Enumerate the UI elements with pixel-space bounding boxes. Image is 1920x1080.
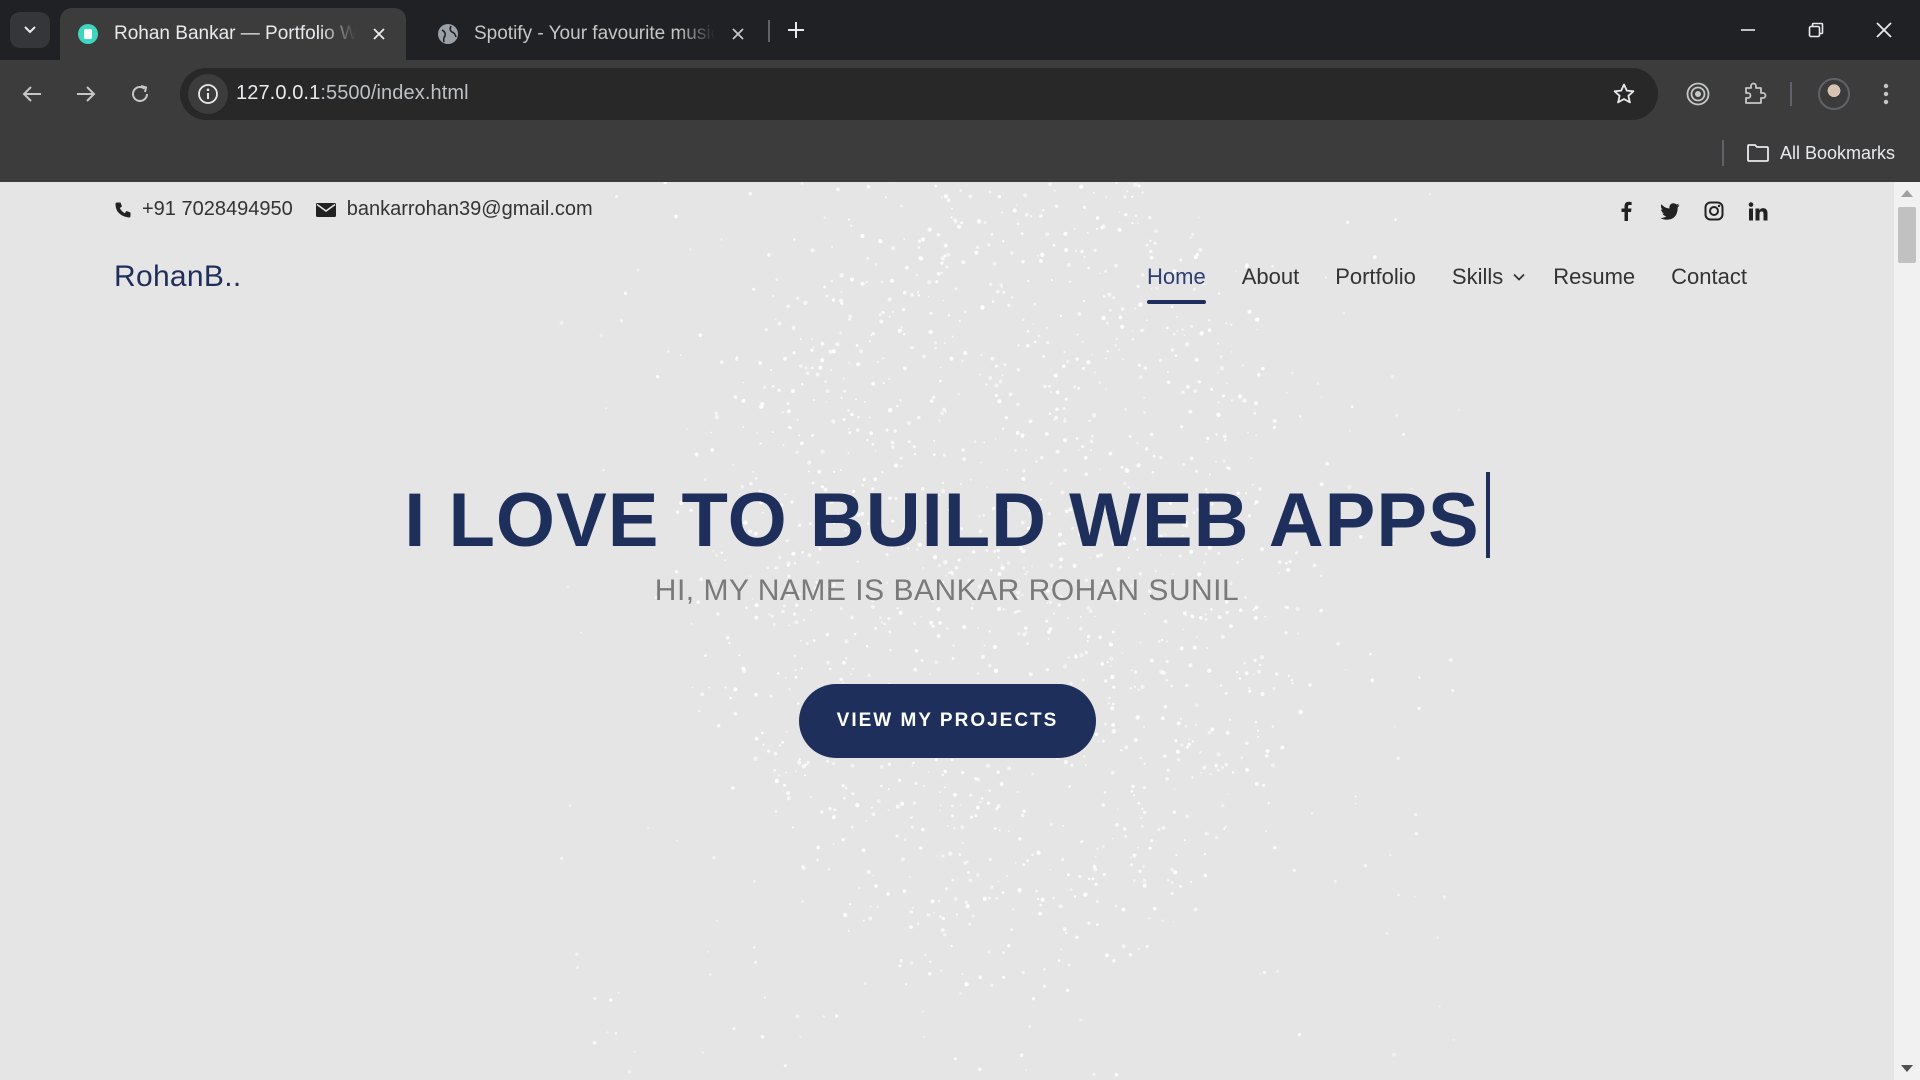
- phone-icon: [115, 202, 131, 217]
- nav-about-label: About: [1241, 264, 1300, 289]
- nav-contact[interactable]: Contact: [1671, 264, 1747, 290]
- toolbar-divider: [1790, 82, 1792, 106]
- chevron-down-icon: [24, 26, 36, 34]
- browser-toolbar: 127.0.0.1:5500/index.html: [0, 60, 1920, 128]
- nav-skills-dropdown[interactable]: Skills: [1452, 264, 1525, 290]
- folder-icon: [1747, 144, 1769, 162]
- linkedin-link[interactable]: [1736, 196, 1780, 226]
- bookmarks-bar: All Bookmarks: [0, 128, 1920, 182]
- view-projects-button[interactable]: VIEW MY PROJECTS: [799, 684, 1096, 758]
- url-path: :5500/index.html: [320, 82, 469, 104]
- tab-strip: Rohan Bankar — Portfolio Website Spotify…: [0, 0, 1920, 60]
- phone-number: +91 7028494950: [142, 198, 293, 220]
- phone-contact[interactable]: +91 7028494950: [114, 198, 293, 221]
- site-logo[interactable]: RohanB..: [114, 260, 241, 294]
- tab-title: Rohan Bankar — Portfolio Website: [114, 23, 356, 44]
- typing-caret: [1485, 472, 1490, 558]
- hero-title: I LOVE TO BUILD WEB APPS: [0, 472, 1894, 559]
- arrow-right-icon: [77, 86, 96, 102]
- instagram-icon: [1704, 201, 1724, 221]
- arrow-left-icon: [22, 86, 41, 102]
- record-icon: [1686, 82, 1710, 106]
- scroll-down-arrow-icon[interactable]: [1901, 1065, 1913, 1072]
- facebook-link[interactable]: [1604, 196, 1648, 226]
- address-bar[interactable]: 127.0.0.1:5500/index.html: [180, 68, 1658, 120]
- nav-about[interactable]: About: [1242, 264, 1300, 290]
- site-info-button[interactable]: [188, 74, 228, 114]
- email-address: bankarrohan39@gmail.com: [346, 198, 593, 220]
- twitter-icon: [1660, 202, 1680, 220]
- bookmarks-divider: [1722, 140, 1724, 166]
- plus-icon: [788, 22, 804, 38]
- hero-subtitle: HI, MY NAME IS BANKAR ROHAN SUNIL: [654, 574, 1240, 607]
- profile-avatar[interactable]: [1818, 78, 1850, 110]
- close-tab-icon[interactable]: [366, 21, 392, 47]
- reload-icon: [132, 85, 148, 102]
- back-button[interactable]: [12, 74, 52, 114]
- twitter-link[interactable]: [1648, 196, 1692, 226]
- facebook-icon: [1621, 201, 1632, 221]
- puzzle-icon: [1745, 82, 1767, 104]
- nav-portfolio-label: Portfolio: [1335, 264, 1416, 289]
- instagram-link[interactable]: [1692, 196, 1736, 226]
- main-navigation: Home About Portfolio Skills Resume Conta…: [1147, 264, 1783, 304]
- tab-divider: [768, 20, 770, 42]
- page-viewport: +91 7028494950 bankarrohan39@gmail.com R…: [0, 182, 1920, 1080]
- scroll-thumb[interactable]: [1898, 207, 1916, 263]
- restore-button[interactable]: [1796, 10, 1836, 50]
- globe-icon: [436, 22, 460, 46]
- particle-background: [559, 182, 1460, 1077]
- chevron-down-icon: [1513, 273, 1525, 281]
- linkedin-icon: [1748, 201, 1768, 220]
- page-scrollbar[interactable]: [1894, 182, 1920, 1080]
- more-vert-icon: [1883, 83, 1889, 105]
- url-text: 127.0.0.1:5500/index.html: [236, 82, 469, 105]
- scroll-up-arrow-icon[interactable]: [1901, 190, 1913, 197]
- nav-home[interactable]: Home: [1147, 264, 1206, 304]
- screen-record-button[interactable]: [1678, 74, 1718, 114]
- forward-button[interactable]: [66, 74, 106, 114]
- new-tab-button[interactable]: [780, 14, 812, 46]
- social-links: [1604, 196, 1780, 226]
- nav-contact-label: Contact: [1671, 264, 1747, 289]
- info-icon: [198, 84, 218, 104]
- email-contact[interactable]: bankarrohan39@gmail.com: [315, 198, 593, 221]
- extensions-button[interactable]: [1734, 74, 1774, 114]
- close-icon: [1876, 22, 1892, 38]
- close-window-button[interactable]: [1864, 10, 1904, 50]
- browser-menu-button[interactable]: [1866, 74, 1906, 114]
- portfolio-favicon-icon: [76, 22, 100, 46]
- bookmark-star-button[interactable]: [1606, 76, 1642, 112]
- nav-portfolio[interactable]: Portfolio: [1335, 264, 1416, 290]
- tab-search-button[interactable]: [10, 12, 50, 48]
- restore-icon: [1808, 22, 1824, 38]
- contact-bar: +91 7028494950 bankarrohan39@gmail.com: [114, 198, 615, 221]
- hero-title-light: I LOVE TO BUILD: [404, 478, 1048, 563]
- hero-title-bold: WEB APPS: [1069, 478, 1480, 563]
- nav-resume-label: Resume: [1553, 264, 1636, 289]
- minimize-icon: [1741, 29, 1755, 31]
- tab-portfolio[interactable]: Rohan Bankar — Portfolio Website: [60, 8, 406, 60]
- minimize-button[interactable]: [1728, 10, 1768, 50]
- tab-spotify[interactable]: Spotify - Your favourite music is here: [420, 8, 765, 60]
- url-host: 127.0.0.1: [236, 82, 321, 104]
- reload-button[interactable]: [120, 74, 160, 114]
- all-bookmarks-button[interactable]: All Bookmarks: [1746, 138, 1895, 168]
- close-tab-icon[interactable]: [725, 21, 751, 47]
- nav-home-label: Home: [1147, 264, 1206, 289]
- all-bookmarks-label: All Bookmarks: [1780, 142, 1896, 163]
- nav-skills-label: Skills: [1451, 264, 1504, 289]
- star-icon: [1613, 83, 1635, 104]
- envelope-icon: [315, 202, 336, 217]
- nav-resume[interactable]: Resume: [1553, 264, 1635, 290]
- tab-title: Spotify - Your favourite music is here: [474, 23, 715, 44]
